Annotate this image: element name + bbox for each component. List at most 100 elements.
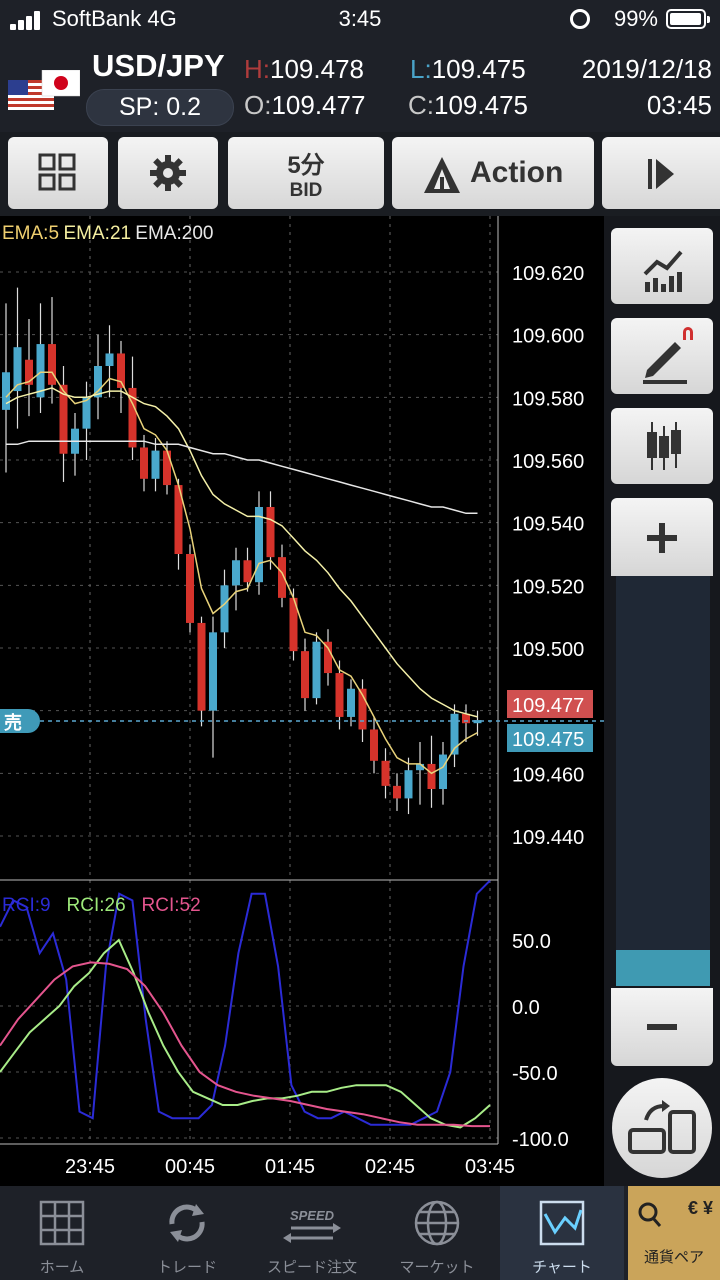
price-tick-label: 109.500 [512, 639, 584, 661]
tab-speed-order[interactable]: SPEED スピード注文 [250, 1186, 374, 1280]
time-tick-label: 01:45 [265, 1156, 315, 1178]
ema-legend-label: EMA:21 [64, 223, 132, 244]
candle-body [163, 450, 171, 486]
svg-text:€ ¥ $: € ¥ $ [688, 1198, 714, 1218]
minus-icon [647, 1024, 677, 1030]
candle-body [186, 554, 194, 623]
time-tick-label: 03:45 [465, 1156, 515, 1178]
candle-body [393, 785, 401, 799]
timeframe-label: 5分 [287, 152, 325, 179]
price-type-label: BID [289, 180, 323, 201]
candle-body [370, 729, 378, 761]
time-tick-label: 02:45 [365, 1156, 415, 1178]
candle-body [2, 372, 10, 410]
price-tick-label: 109.520 [512, 576, 584, 598]
tab-trade[interactable]: トレード [125, 1186, 249, 1280]
zoom-in-button[interactable] [611, 498, 713, 576]
zoom-out-button[interactable] [611, 988, 713, 1066]
candle-body [243, 560, 252, 583]
chart-type-button[interactable] [611, 408, 713, 484]
chart-icon [539, 1200, 585, 1246]
time-tick-label: 23:45 [65, 1156, 115, 1178]
price-tick-label: 109.440 [512, 827, 584, 849]
candle-body [439, 754, 447, 789]
high-price: H:109.478 [244, 54, 364, 84]
candle-body [48, 344, 56, 385]
price-tick-label: 109.600 [512, 326, 584, 348]
candle-body [404, 770, 413, 799]
rci-line-1 [0, 879, 491, 1126]
rci-legend-label: RCI:26 [67, 895, 126, 916]
tab-currency-pair[interactable]: € ¥ $ 通貨ペア [628, 1186, 720, 1280]
price-chart[interactable]: 109.620 109.600 109.580 109.560 109.540 109.5… [0, 216, 604, 1186]
rotate-device-icon [628, 1100, 696, 1154]
candle-body [209, 632, 217, 711]
chart-area[interactable]: 109.620 109.600 109.580 109.560 109.540 109.5… [0, 216, 604, 1186]
timeframe-button[interactable]: 5分 BID [228, 137, 384, 209]
currency-pair-title[interactable]: USD/JPY [92, 48, 225, 84]
candle-body [232, 560, 240, 586]
quote-date: 2019/12/18 [581, 54, 712, 84]
currency-pair-icon: € ¥ $ [638, 1198, 720, 1227]
grid-layout-icon [38, 153, 76, 191]
tab-chart[interactable]: チャート [500, 1186, 624, 1280]
zoom-slider-level[interactable] [616, 950, 710, 986]
action-label: Action [470, 156, 564, 189]
time-tick-label: 00:45 [165, 1156, 215, 1178]
price-tick-label: 109.560 [512, 451, 584, 473]
bid-price-label: 109.475 [512, 729, 584, 751]
rci-tick-label: -50.0 [512, 1063, 558, 1085]
plus-icon [647, 523, 677, 553]
candle-body [427, 763, 436, 789]
rci-line-2 [0, 938, 491, 1129]
indicator-button[interactable] [611, 228, 713, 304]
price-tick-label: 109.620 [512, 263, 584, 285]
candle-body [301, 651, 309, 699]
tab-home[interactable]: ホーム [0, 1186, 124, 1280]
battery-icon [666, 9, 710, 29]
rci-tick-label: -100.0 [512, 1129, 569, 1151]
candle-body [220, 585, 229, 633]
orientation-button[interactable] [612, 1078, 712, 1178]
action-button[interactable]: Action [392, 137, 594, 209]
clock-label: 3:45 [338, 6, 382, 31]
price-tick-label: 109.580 [512, 388, 584, 410]
settings-button[interactable] [118, 137, 218, 209]
zoom-slider-track[interactable] [616, 576, 710, 986]
battery-percent: 99% [613, 6, 658, 31]
price-tick-label: 109.540 [512, 514, 584, 536]
refresh-icon [169, 1204, 205, 1242]
candle-body [140, 447, 148, 479]
action-triangle-icon [424, 157, 460, 193]
candle-body [335, 673, 344, 717]
candle-body [105, 353, 114, 366]
drawing-tool-button[interactable] [611, 318, 713, 394]
candlestick-icon [647, 422, 681, 470]
usd-jpy-flag-icon [8, 70, 80, 110]
rci-legend-label: RCI:9 [2, 895, 51, 916]
rci-tick-label: 50.0 [512, 931, 551, 953]
close-price: C:109.475 [408, 90, 528, 120]
candle-body [151, 450, 160, 479]
svg-text:SPEED: SPEED [290, 1208, 335, 1223]
candle-body [312, 641, 321, 699]
candle-body [197, 622, 206, 711]
play-button[interactable] [602, 137, 720, 209]
open-price: O:109.477 [244, 90, 366, 120]
chart-toolbar: 5分 BID Action [0, 132, 720, 216]
grid-icon [39, 1200, 85, 1246]
tab-market[interactable]: マーケット [375, 1186, 499, 1280]
chart-side-panel [604, 216, 720, 1186]
ema-legend-label: EMA:200 [135, 223, 213, 244]
gear-icon [150, 155, 186, 191]
layout-button[interactable] [8, 137, 108, 209]
quote-header: USD/JPY SP: 0.2 H:109.478 O:109.477 L:10… [0, 40, 720, 132]
speed-icon: SPEED [283, 1208, 341, 1243]
globe-icon [414, 1200, 460, 1246]
status-bar: SoftBank 4G 3:45 99% [0, 0, 720, 40]
quote-time: 03:45 [646, 90, 712, 120]
candle-body [324, 641, 332, 674]
ema-legend-label: EMA:5 [2, 223, 59, 244]
candle-body [82, 397, 91, 429]
price-tick-label: 109.460 [512, 764, 584, 786]
